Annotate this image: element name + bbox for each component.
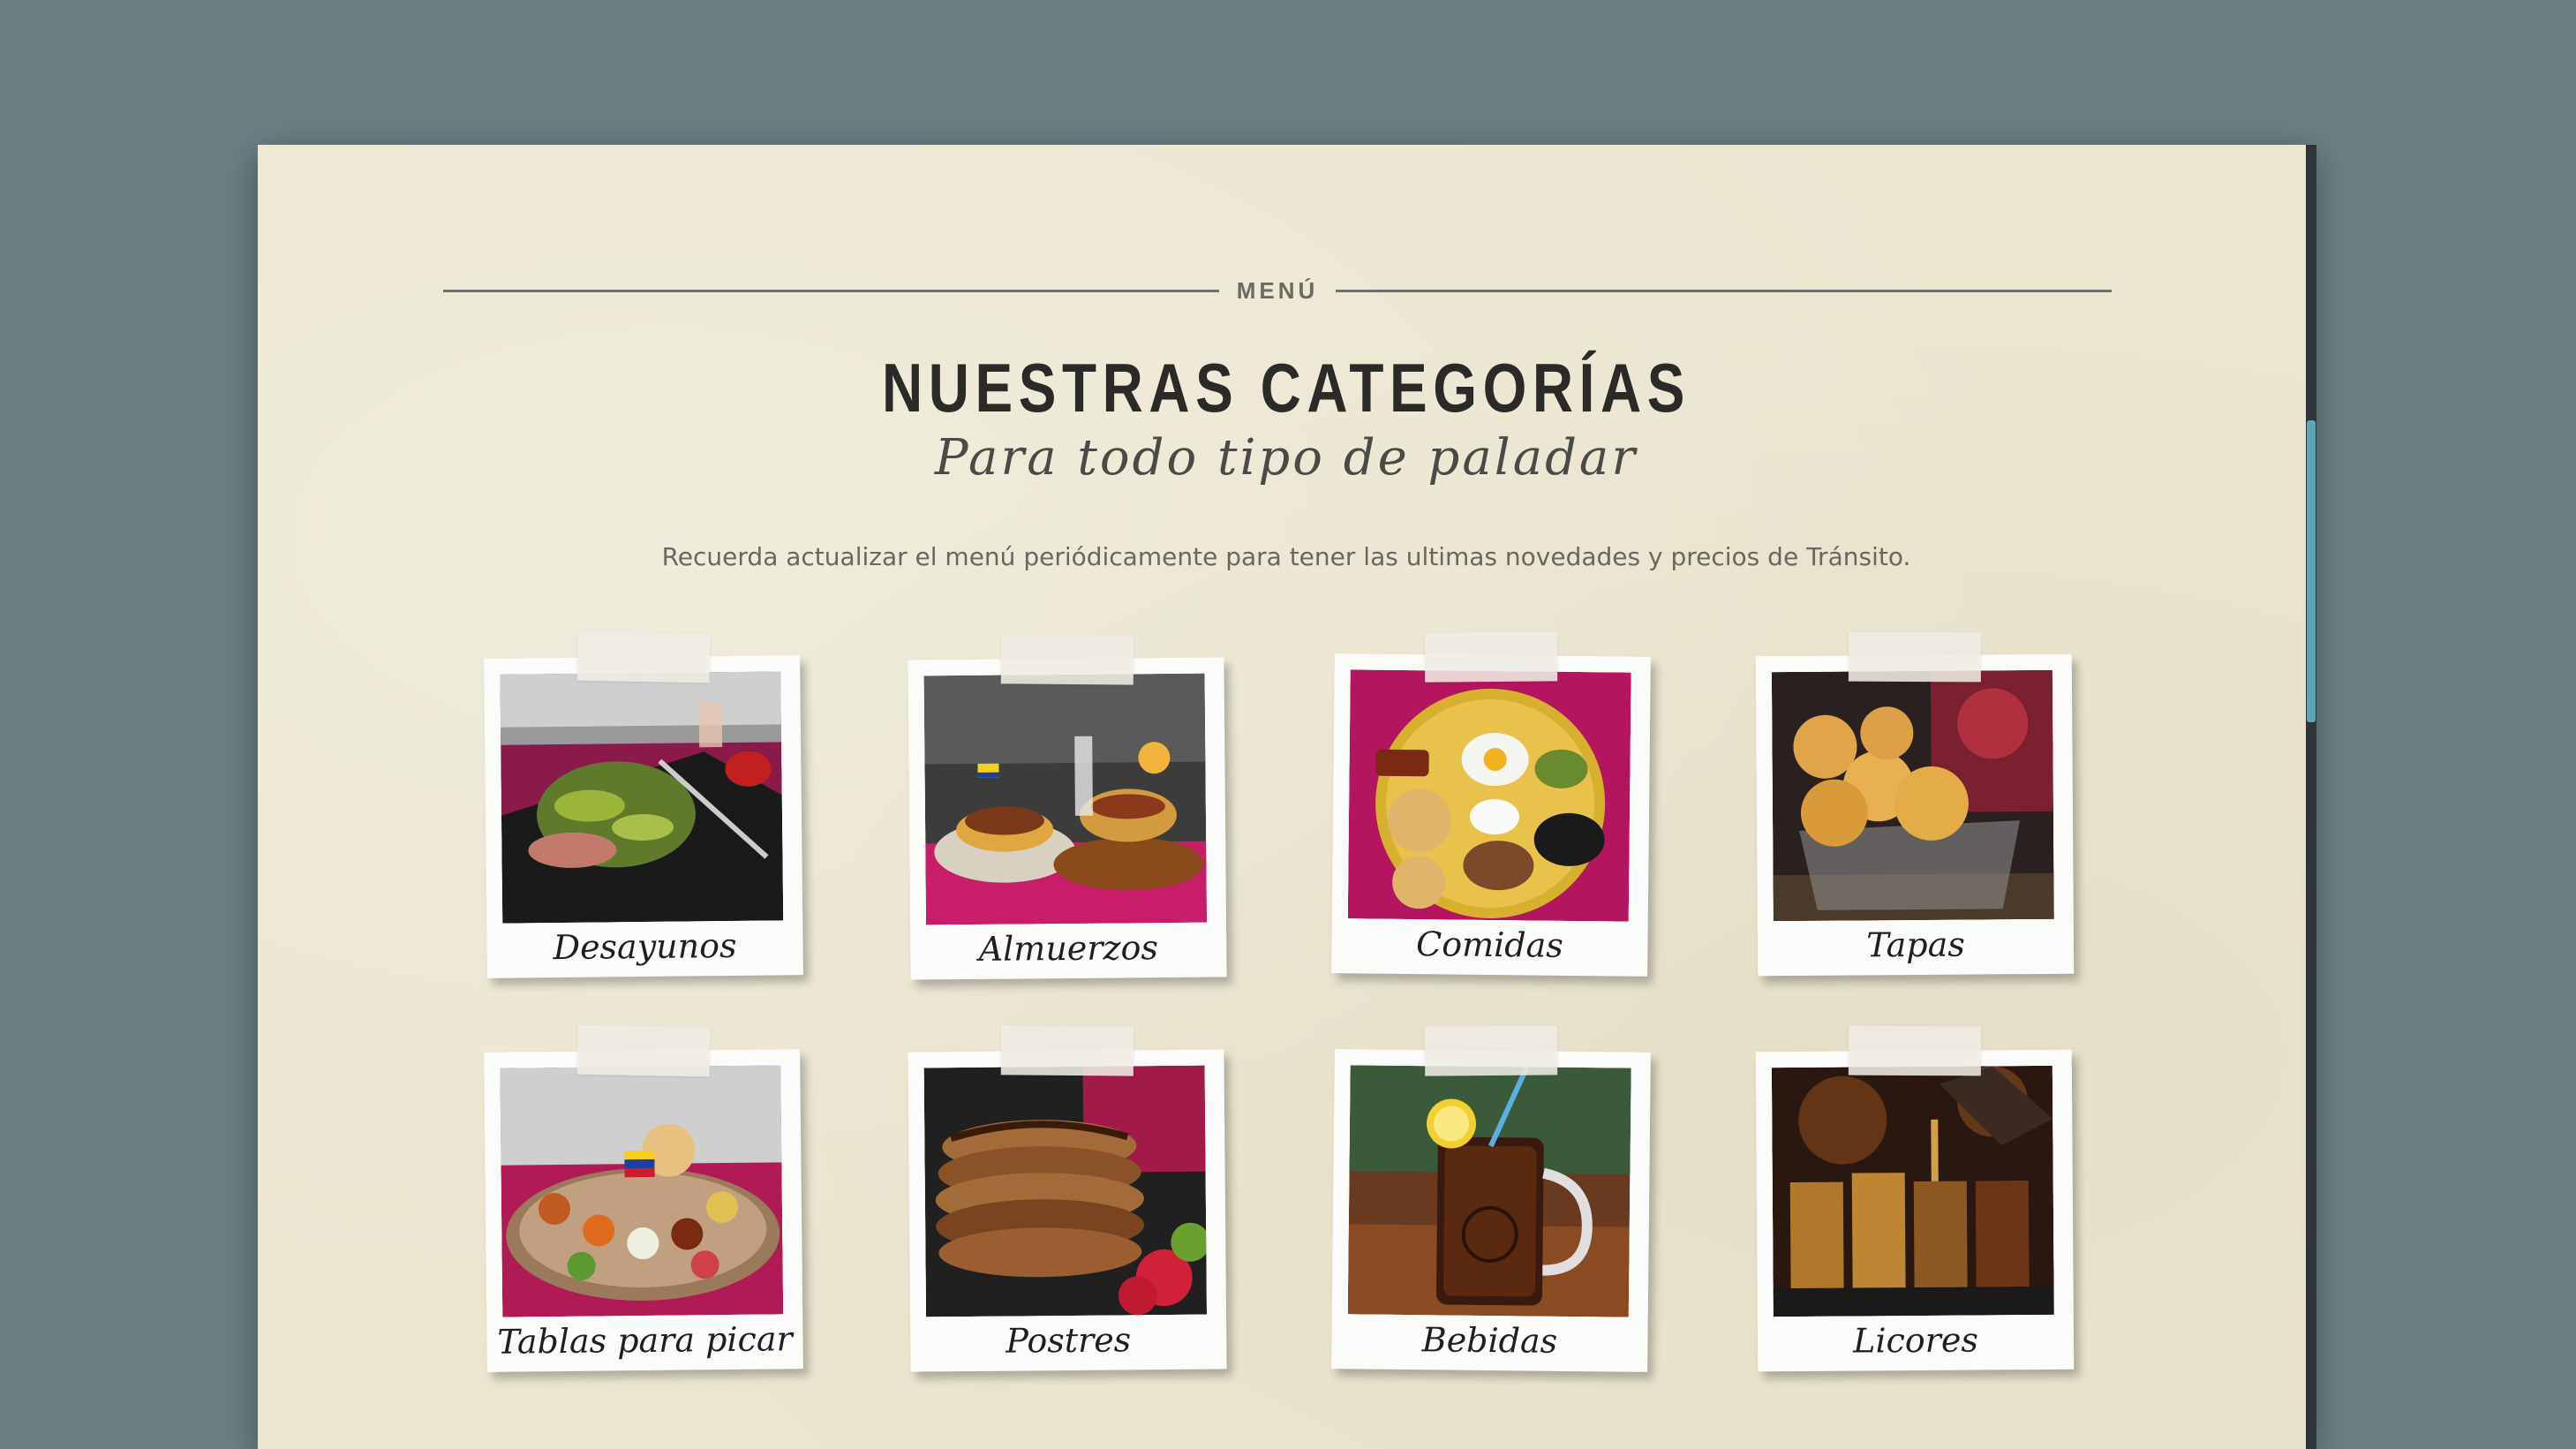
category-card-comidas[interactable]: Comidas <box>1331 653 1651 977</box>
category-card-almuerzos[interactable]: Almuerzos <box>908 657 1227 980</box>
desserts-photo <box>923 1065 1208 1317</box>
tape <box>1424 631 1558 683</box>
category-label: Postres <box>1006 1320 1132 1361</box>
drinks-photo <box>1347 1065 1631 1317</box>
tape <box>1000 634 1134 685</box>
category-card-desayunos[interactable]: Desayunos <box>484 655 803 978</box>
category-card-tablas[interactable]: Tablas para picar <box>484 1049 803 1372</box>
breakfast-photo <box>500 671 784 924</box>
lunch-photo <box>923 673 1208 925</box>
category-label: Desayunos <box>553 925 737 968</box>
category-card-tapas[interactable]: Tapas <box>1755 653 2075 977</box>
platters-photo <box>500 1065 784 1317</box>
category-label: Comidas <box>1415 924 1563 965</box>
category-label: Bebidas <box>1421 1320 1558 1361</box>
tape <box>1848 1025 1982 1076</box>
liquors-photo <box>1771 1065 2054 1317</box>
menu-page: MENÚ NUESTRAS CATEGORÍAS Para todo tipo … <box>258 145 2315 1449</box>
category-label: Almuerzos <box>978 928 1159 969</box>
scrollbar-thumb[interactable] <box>2307 420 2316 722</box>
category-label: Licores <box>1853 1320 1979 1361</box>
category-label: Tablas para picar <box>497 1319 793 1362</box>
scrollbar-track[interactable] <box>2306 145 2316 1449</box>
category-card-licores[interactable]: Licores <box>1755 1049 2075 1372</box>
tape <box>576 1024 711 1077</box>
category-card-postres[interactable]: Postres <box>908 1049 1227 1372</box>
category-label: Tapas <box>1866 924 1965 965</box>
tape <box>1000 1025 1134 1076</box>
tapas-photo <box>1771 669 2054 922</box>
category-card-bebidas[interactable]: Bebidas <box>1331 1049 1651 1372</box>
category-grid: Desayunos Almuerzos Comidas Tapas Tablas… <box>258 145 2315 1449</box>
tape <box>576 630 711 683</box>
tape <box>1848 631 1982 683</box>
tape <box>1424 1025 1558 1076</box>
meals-photo <box>1347 669 1631 922</box>
